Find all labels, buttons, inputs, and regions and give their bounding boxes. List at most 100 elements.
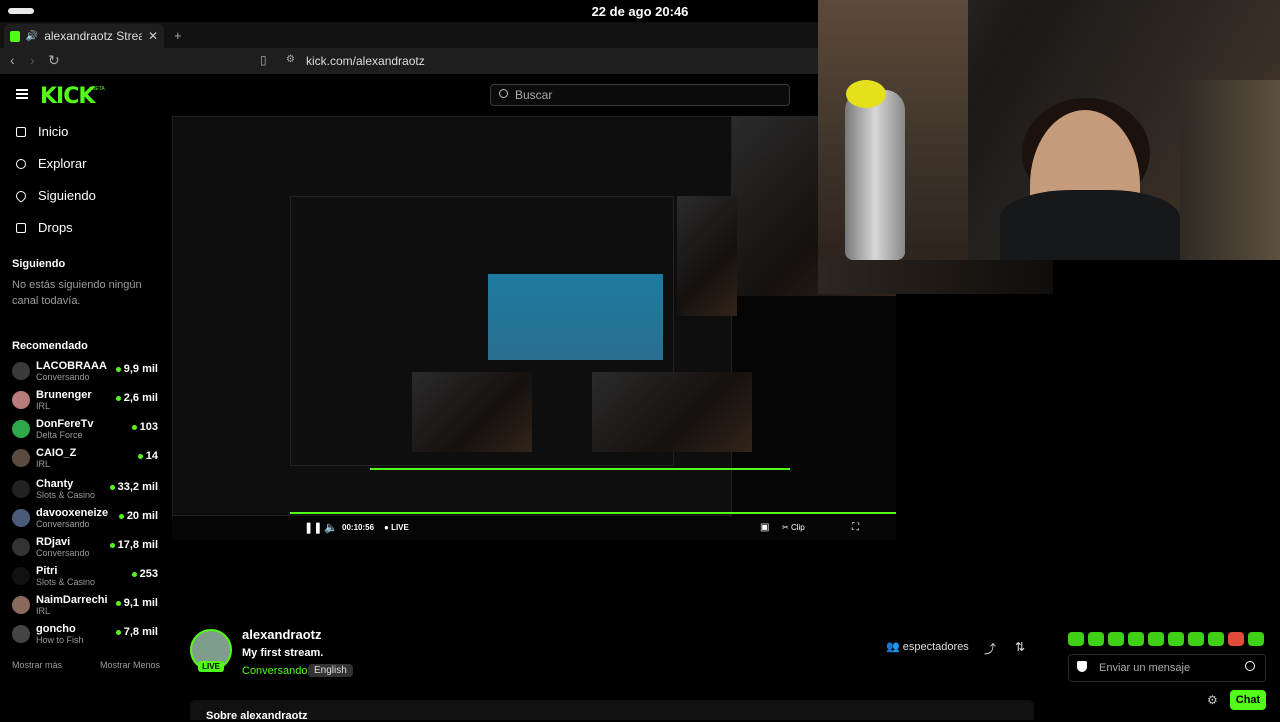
emote-bar: [1068, 632, 1264, 646]
avatar: [12, 509, 30, 527]
live-indicator: ● LIVE: [384, 523, 409, 532]
viewer-count: 9,9 mil: [116, 363, 158, 375]
following-empty-text: No estás siguiendo ningún canal todavía.: [12, 279, 142, 307]
stream-title: My first stream.: [242, 647, 324, 659]
webcam-hoodie: [1000, 190, 1180, 260]
bookmark-icon[interactable]: ▯: [260, 53, 267, 67]
channel-name: DonFereTv: [36, 418, 94, 430]
recommended-channel[interactable]: DonFereTv Delta Force 103: [12, 418, 162, 446]
clip-button[interactable]: ✂ Clip: [782, 523, 805, 532]
layout-toggle-icon[interactable]: ⇅: [1015, 640, 1025, 654]
nested-progress: [290, 512, 896, 514]
recommended-channel[interactable]: NaimDarrechi IRL 9,1 mil: [12, 594, 162, 622]
nav-item-siguiendo[interactable]: Siguiendo: [13, 188, 96, 203]
emote-icon[interactable]: [1228, 632, 1244, 646]
chat-send-button[interactable]: Chat: [1230, 690, 1266, 710]
channel-name: goncho: [36, 623, 76, 635]
new-tab-icon[interactable]: +: [174, 28, 182, 43]
channel-name: CAIO_Z: [36, 447, 77, 459]
share-icon[interactable]: ⤴: [984, 640, 996, 657]
avatar: [12, 362, 30, 380]
nav-label: Drops: [38, 220, 73, 235]
viewer-counter: 👥 espectadores: [886, 640, 969, 653]
volume-icon[interactable]: 🔈: [324, 521, 338, 534]
emote-icon[interactable]: [1108, 632, 1124, 646]
channel-category: IRL: [36, 401, 51, 411]
menu-icon[interactable]: [16, 89, 28, 99]
pause-icon[interactable]: ❚❚: [304, 521, 322, 534]
about-heading: Sobre alexandraotz: [206, 710, 308, 722]
nav-item-inicio[interactable]: Inicio: [16, 124, 68, 139]
kick-favicon-icon: [10, 30, 20, 42]
show-more-link[interactable]: Mostrar más: [12, 660, 62, 670]
emoji-picker-icon[interactable]: [1245, 661, 1255, 671]
gift-icon: [16, 222, 26, 233]
address-bar[interactable]: kick.com/alexandraotz: [306, 54, 425, 68]
webcam-strip: [818, 260, 1053, 294]
emote-icon[interactable]: [1068, 632, 1084, 646]
emote-icon[interactable]: [1188, 632, 1204, 646]
emote-icon[interactable]: [1168, 632, 1184, 646]
recommended-channel[interactable]: Brunenger IRL 2,6 mil: [12, 389, 162, 417]
recommended-channel[interactable]: LACOBRAAA Conversando 9,9 mil: [12, 360, 162, 388]
viewer-count: 103: [132, 421, 158, 433]
search-input[interactable]: Buscar: [490, 84, 790, 106]
avatar: [12, 480, 30, 498]
language-tag[interactable]: English: [308, 664, 353, 677]
nav-label: Siguiendo: [38, 188, 96, 203]
home-icon: [16, 126, 26, 137]
channel-name: LACOBRAAA: [36, 360, 107, 372]
channel-name: davooxeneize: [36, 507, 109, 519]
nav-item-drops[interactable]: Drops: [16, 220, 73, 235]
viewers-label: espectadores: [902, 641, 969, 653]
close-tab-icon[interactable]: ✕: [148, 29, 158, 43]
heart-icon: [13, 188, 29, 203]
recommended-channel[interactable]: Chanty Slots & Casino 33,2 mil: [12, 478, 162, 506]
emote-icon[interactable]: [1088, 632, 1104, 646]
nav-item-explorar[interactable]: Explorar: [16, 156, 86, 171]
channel-name: Brunenger: [36, 389, 92, 401]
stream-category[interactable]: Conversando: [242, 665, 307, 677]
viewer-count: 17,8 mil: [110, 539, 158, 551]
reload-icon[interactable]: ↻: [48, 52, 60, 69]
emote-icon[interactable]: [1148, 632, 1164, 646]
recommended-channel[interactable]: davooxeneize Conversando 20 mil: [12, 507, 162, 535]
nav-label: Inicio: [38, 124, 69, 139]
channel-name[interactable]: alexandraotz: [242, 627, 321, 642]
clip-label: Clip: [790, 523, 805, 532]
recommended-channel[interactable]: RDjavi Conversando 17,8 mil: [12, 536, 162, 564]
nested-app-window: [488, 274, 663, 360]
browser-tab[interactable]: 🔊 alexandraotz Stream ✕: [4, 24, 164, 48]
webcam-bottle: [845, 90, 905, 260]
theater-icon[interactable]: ▣: [760, 522, 769, 533]
gear-icon[interactable]: ⚙: [1207, 693, 1218, 707]
video-player[interactable]: [172, 116, 896, 540]
channel-category: Conversando: [36, 548, 90, 558]
sidebar: Inicio Explorar Siguiendo Drops Siguiend…: [0, 118, 170, 678]
recommended-channel[interactable]: CAIO_Z IRL 14: [12, 447, 162, 475]
channel-category: Delta Force: [36, 430, 83, 440]
emote-icon[interactable]: [1128, 632, 1144, 646]
channel-name: Chanty: [36, 478, 74, 490]
recommended-channel[interactable]: goncho How to Fish 7,8 mil: [12, 623, 162, 651]
forward-icon[interactable]: ›: [30, 52, 35, 68]
live-badge: LIVE: [198, 661, 224, 672]
avatar: [12, 449, 30, 467]
kick-logo[interactable]: KICK: [40, 84, 95, 109]
chat-input[interactable]: Enviar un mensaje: [1068, 654, 1266, 682]
avatar: [12, 625, 30, 643]
site-info-icon[interactable]: ⚙: [286, 54, 295, 65]
recommended-channel[interactable]: Pitri Slots & Casino 253: [12, 565, 162, 593]
fullscreen-icon[interactable]: ⛶: [852, 522, 859, 533]
show-less-link[interactable]: Mostrar Menos: [100, 660, 160, 670]
back-icon[interactable]: ‹: [10, 52, 15, 68]
viewer-count: 33,2 mil: [110, 481, 158, 493]
viewer-count: 253: [132, 568, 158, 580]
emote-icon[interactable]: [1208, 632, 1224, 646]
channel-category: How to Fish: [36, 635, 84, 645]
viewer-count: 7,8 mil: [116, 626, 158, 638]
viewer-count: 14: [138, 450, 158, 462]
emote-icon[interactable]: [1248, 632, 1264, 646]
audio-icon: 🔊: [25, 30, 39, 42]
following-heading: Siguiendo: [12, 258, 66, 270]
